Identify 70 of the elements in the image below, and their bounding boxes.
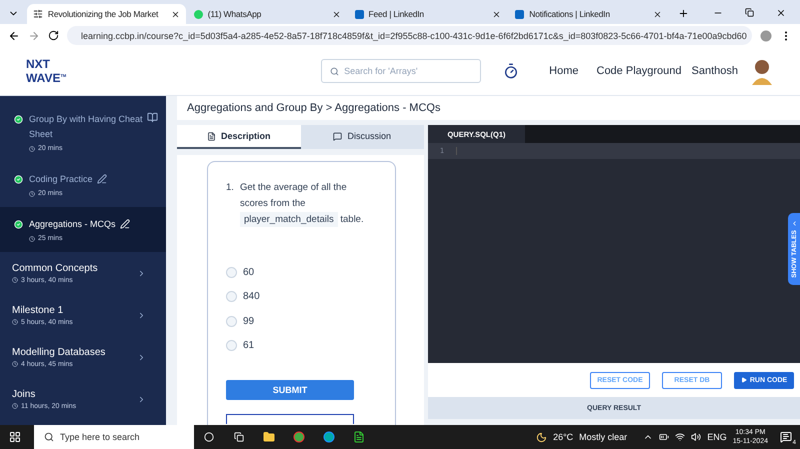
search-icon	[330, 66, 340, 76]
chat-icon	[333, 132, 342, 140]
forward-icon[interactable]	[28, 30, 40, 42]
answer-option[interactable]: 60	[226, 260, 377, 284]
radio-button[interactable]	[226, 266, 237, 278]
avatar-icon	[750, 57, 774, 85]
clock-icon	[12, 277, 18, 283]
pencil-icon	[96, 174, 107, 184]
close-icon[interactable]	[492, 10, 502, 18]
lesson-title: Aggregations - MCQs	[29, 218, 116, 231]
wifi-icon[interactable]	[675, 432, 686, 442]
message-icon	[780, 431, 792, 443]
close-icon[interactable]	[332, 10, 340, 18]
answer-option[interactable]: 61	[226, 334, 377, 358]
close-icon[interactable]	[776, 8, 786, 18]
section-title: Milestone 1	[12, 304, 64, 316]
reload-icon[interactable]	[48, 30, 59, 41]
browser-tab[interactable]: Revolutionizing the Job Market	[26, 4, 186, 24]
address-bar[interactable]: learning.ccbp.in/course?c_id=5d03f5a4-a285-4e52-8a57-18f718c4859f&t_id=2f955c88-c100-431c-9d1e-6f6f2bd6171c&s_id=803f0823-5c66-4701-bf4a-71e00a9cbd60	[67, 26, 752, 45]
clock-icon	[12, 403, 18, 409]
clock-icon	[29, 236, 35, 242]
play-icon	[740, 377, 747, 383]
weather-icon	[536, 432, 548, 442]
language: ENG	[707, 432, 727, 442]
browser-tab[interactable]: Notifications | LinkedIn	[509, 4, 668, 24]
section-title: Modelling Databases	[12, 346, 106, 358]
section-title: Joins	[12, 388, 36, 400]
clock-icon	[29, 146, 35, 152]
taskbar-search-field[interactable]: Type here to search	[34, 425, 194, 449]
radio-button[interactable]	[226, 316, 237, 327]
radio-button[interactable]	[226, 291, 237, 302]
document-icon	[206, 132, 216, 140]
back-icon[interactable]	[8, 30, 20, 42]
pencil-icon	[120, 219, 130, 229]
breadcrumb: Aggregations and Group By > Aggregations - MCQs	[177, 96, 800, 120]
close-icon[interactable]	[170, 10, 180, 18]
clock-icon	[12, 319, 18, 325]
close-icon[interactable]	[653, 10, 662, 18]
new-tab-icon[interactable]	[678, 8, 689, 19]
lesson-title: Group By with Having Cheat Sheet	[29, 113, 143, 141]
question-text: 1. Get the average of all the scores from the player_match_details table.	[226, 181, 365, 228]
battery-icon[interactable]	[659, 432, 670, 442]
volume-icon[interactable]	[691, 432, 702, 442]
clock-icon	[29, 190, 35, 196]
search-icon	[44, 432, 54, 442]
clock-icon	[12, 361, 18, 367]
chevron-right-icon	[137, 394, 146, 404]
section-title: Common Concepts	[12, 262, 99, 274]
user-name[interactable]: Santhosh	[692, 65, 738, 77]
chevron-right-icon	[137, 268, 146, 278]
nav-link[interactable]: Home	[549, 65, 578, 77]
page-icon	[32, 9, 43, 19]
answer-option[interactable]: 840	[226, 284, 377, 309]
chevron-right-icon	[137, 352, 146, 362]
chevron-right-icon	[137, 310, 146, 320]
timer-icon[interactable]	[503, 63, 520, 79]
weather-text: Mostly clear	[579, 432, 628, 442]
temperature: 26°C	[553, 432, 574, 442]
lesson-title: Coding Practice	[29, 173, 93, 186]
answer-option[interactable]: 99	[226, 309, 377, 334]
panel-tab[interactable]: Description	[177, 125, 300, 149]
radio-button[interactable]	[226, 340, 237, 352]
chevron-left-icon	[790, 220, 798, 226]
book-icon	[147, 112, 158, 123]
browser-tab[interactable]: Feed | LinkedIn	[348, 4, 508, 24]
submit-button[interactable]: SUBMIT	[226, 380, 354, 400]
browser-tab[interactable]: (11) WhatsApp	[188, 4, 346, 24]
nav-link[interactable]: Code Playground	[596, 65, 682, 77]
panel-tab[interactable]: Discussion	[300, 125, 424, 149]
restore-icon[interactable]	[745, 8, 754, 17]
